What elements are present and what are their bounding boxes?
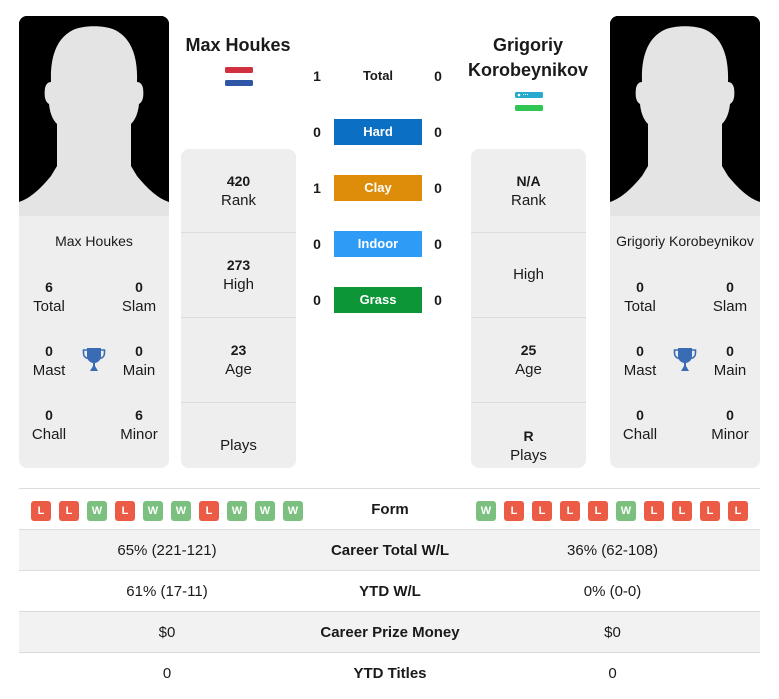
trophy-icon (673, 348, 697, 371)
info-age: 23 Age (181, 318, 296, 403)
stats-label: YTD Titles (353, 664, 427, 682)
h2h-right-count: 0 (434, 292, 442, 308)
form-win-badge[interactable]: W (227, 501, 247, 521)
h2h-surface-indoor[interactable]: Indoor (334, 231, 422, 257)
titles-minor: 0 Minor (711, 407, 749, 443)
form-loss-badge[interactable]: L (672, 501, 692, 521)
info-high: High (471, 233, 586, 318)
player-left-info-panel: 420 Rank 273 High 23 Age Plays (181, 149, 296, 468)
player-left-card-name[interactable]: Max Houkes (19, 233, 169, 249)
player-left-titles-card: Max Houkes 6 Total 0 Slam 0 Mast 0 Main … (19, 216, 169, 468)
h2h-right-count: 0 (434, 236, 442, 252)
stats-row: 61% (17-11) YTD W/L 0% (0-0) (19, 570, 760, 611)
titles-main: 0 Main (122, 343, 156, 379)
stats-right-value: 36% (62-108) (567, 541, 658, 559)
form-loss-badge[interactable]: L (115, 501, 135, 521)
form-win-badge[interactable]: W (476, 501, 496, 521)
h2h-row-indoor: 0 Indoor 0 (300, 231, 460, 257)
form-loss-badge[interactable]: L (560, 501, 580, 521)
titles-chall: 0 Chall (31, 407, 67, 443)
info-plays: Plays (220, 436, 257, 454)
stats-row: $0 Career Prize Money $0 (19, 611, 760, 652)
stats-left-value: 0 (162, 664, 172, 682)
titles-minor: 6 Minor (120, 407, 158, 443)
stats-right-value: 0 (608, 664, 617, 682)
form-win-badge[interactable]: W (87, 501, 107, 521)
h2h-right-count: 0 (434, 68, 442, 84)
h2h-right-count: 0 (434, 124, 442, 140)
player-right-name[interactable]: Grigoriy Korobeynikov (460, 33, 596, 83)
silhouette-icon (19, 16, 169, 216)
player-left-photo (19, 16, 169, 216)
info-plays: R Plays (510, 427, 547, 464)
player-right-info-panel: N/A Rank High 25 Age R Plays (471, 149, 586, 468)
stats-label: Career Total W/L (330, 541, 450, 559)
h2h-surface-grass[interactable]: Grass (334, 287, 422, 313)
form-win-badge[interactable]: W (616, 501, 636, 521)
h2h-left-count: 0 (313, 292, 321, 308)
h2h-row-total: 1 Total 0 (300, 63, 460, 89)
stats-row: 0 YTD Titles 0 (19, 652, 760, 693)
h2h-surface-hard[interactable]: Hard (334, 119, 422, 145)
player-right-titles-card: Grigoriy Korobeynikov 0 Total 0 Slam 0 M… (610, 216, 760, 468)
h2h-surface-total: Total (362, 68, 394, 83)
player-right-photo (610, 16, 760, 216)
form-loss-badge[interactable]: L (532, 501, 552, 521)
stats-left-value: 65% (221-121) (117, 541, 217, 559)
player-left-form: LLWLWWLWWW (31, 501, 303, 521)
form-loss-badge[interactable]: L (644, 501, 664, 521)
stats-label: Career Prize Money (320, 623, 460, 641)
stats-row: 65% (221-121) Career Total W/L 36% (62-1… (19, 529, 760, 570)
stats-label: Form (371, 500, 409, 518)
info-rank: 420 Rank (181, 149, 296, 233)
form-loss-badge[interactable]: L (199, 501, 219, 521)
h2h-row-grass: 0 Grass 0 (300, 287, 460, 313)
player-left-name[interactable]: Max Houkes (170, 33, 306, 58)
stats-left-value: 61% (17-11) (126, 582, 208, 600)
form-win-badge[interactable]: W (171, 501, 191, 521)
form-loss-badge[interactable]: L (588, 501, 608, 521)
titles-chall: 0 Chall (622, 407, 658, 443)
stats-row-form: LLWLWWLWWW Form WLLLLWLLLL (19, 488, 760, 529)
stats-label: YTD W/L (359, 582, 421, 600)
player-right-form: WLLLLWLLLL (476, 501, 748, 521)
netherlands-flag-icon (225, 67, 253, 86)
uzbekistan-flag-icon (515, 92, 543, 111)
h2h-row-clay: 1 Clay 0 (300, 175, 460, 201)
trophy-icon (82, 348, 106, 371)
h2h-left-count: 0 (313, 236, 321, 252)
stats-right-value: 0% (0-0) (583, 582, 642, 600)
silhouette-icon (610, 16, 760, 216)
stats-table: LLWLWWLWWW Form WLLLLWLLLL 65% (221-121)… (19, 488, 760, 693)
info-age: 25 Age (471, 318, 586, 403)
form-loss-badge[interactable]: L (59, 501, 79, 521)
form-win-badge[interactable]: W (143, 501, 163, 521)
h2h-surface-clay[interactable]: Clay (334, 175, 422, 201)
h2h-left-count: 0 (313, 124, 321, 140)
h2h-left-count: 1 (313, 68, 321, 84)
form-loss-badge[interactable]: L (700, 501, 720, 521)
titles-slam: 0 Slam (712, 279, 748, 315)
stats-right-value: $0 (604, 623, 621, 641)
player-right-card-name[interactable]: Grigoriy Korobeynikov (610, 233, 760, 249)
h2h-left-count: 1 (313, 180, 321, 196)
form-loss-badge[interactable]: L (728, 501, 748, 521)
titles-total: 6 Total (33, 279, 65, 315)
h2h-row-hard: 0 Hard 0 (300, 119, 460, 145)
info-high: 273 High (181, 233, 296, 318)
h2h-right-count: 0 (434, 180, 442, 196)
titles-mast: 0 Mast (623, 343, 657, 379)
form-win-badge[interactable]: W (255, 501, 275, 521)
form-loss-badge[interactable]: L (504, 501, 524, 521)
stats-left-value: $0 (158, 623, 176, 641)
titles-main: 0 Main (713, 343, 747, 379)
titles-slam: 0 Slam (121, 279, 157, 315)
info-rank: N/A Rank (471, 149, 586, 233)
form-loss-badge[interactable]: L (31, 501, 51, 521)
form-win-badge[interactable]: W (283, 501, 303, 521)
titles-mast: 0 Mast (32, 343, 66, 379)
titles-total: 0 Total (624, 279, 656, 315)
